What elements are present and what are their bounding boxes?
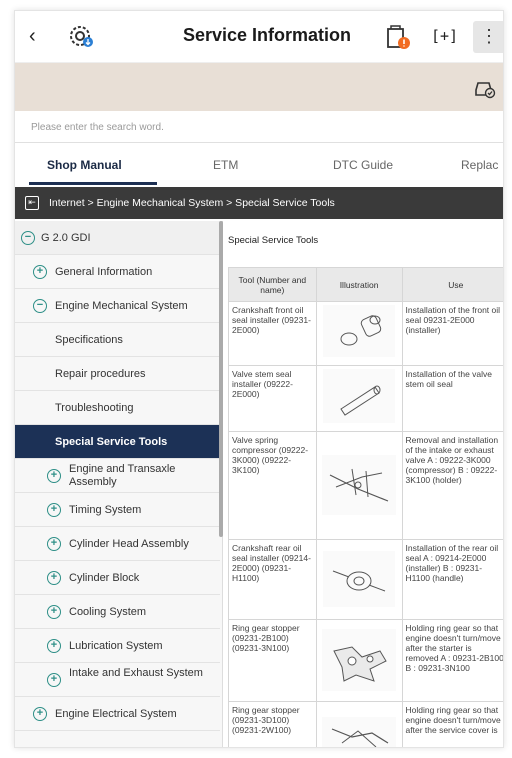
seal-installer-illustration	[323, 305, 396, 357]
valve-stem-installer-illustration	[323, 369, 396, 423]
tool-cell: Crankshaft front oil seal installer (092…	[228, 301, 317, 366]
expand-icon[interactable]: [+]	[431, 25, 458, 47]
tab-shop-manual[interactable]: Shop Manual	[47, 145, 122, 185]
sidebar-item-engine-electrical-system[interactable]: + Engine Electrical System	[15, 697, 220, 731]
sidebar-item-engine-mechanical-system[interactable]: − Engine Mechanical System	[15, 289, 220, 323]
use-cell: Removal and installation of the intake o…	[401, 431, 503, 540]
sidebar-item-repair-procedures[interactable]: Repair procedures	[15, 357, 220, 391]
bookmark-alert-icon[interactable]	[385, 24, 413, 52]
ring-gear-stopper-2-illustration	[322, 717, 397, 747]
plus-icon[interactable]: +	[47, 639, 61, 653]
sidebar-item-g20-gdi[interactable]: − G 2.0 GDI	[15, 221, 220, 255]
sidebar-scrollbar[interactable]	[219, 221, 223, 537]
illustration-cell	[315, 701, 403, 747]
sidebar-item-troubleshooting[interactable]: Troubleshooting	[15, 391, 220, 425]
illustration-cell	[315, 619, 403, 702]
plus-icon[interactable]: +	[33, 707, 47, 721]
table-row: Ring gear stopper (09231-3D100) (09231-2…	[228, 701, 503, 747]
plus-icon[interactable]: +	[47, 673, 61, 687]
use-cell: Holding ring gear so that engine doesn't…	[401, 619, 503, 702]
special-service-tools-table: Tool (Number and name) Illustration Use …	[228, 267, 503, 747]
table-row: Valve spring compressor (09222-3K000) (0…	[228, 431, 503, 540]
vehicle-check-icon[interactable]	[473, 77, 497, 99]
search-bar	[15, 111, 503, 143]
sidebar-item-cylinder-head-assembly[interactable]: + Cylinder Head Assembly	[15, 527, 220, 561]
illustration-cell	[315, 365, 403, 432]
sidebar-item-specifications[interactable]: Specifications	[15, 323, 220, 357]
sidebar-item-engine-and-transaxle-assembly[interactable]: + Engine and Transaxle Assembly	[15, 459, 220, 493]
plus-icon[interactable]: +	[47, 571, 61, 585]
content-title: Special Service Tools	[228, 235, 319, 246]
illustration-cell	[315, 431, 403, 540]
illustration-cell	[315, 539, 403, 620]
use-cell: Installation of the front oil seal 09231…	[401, 301, 503, 366]
back-arrow-icon[interactable]: ‹	[29, 25, 51, 47]
tool-cell: Ring gear stopper (09231-2B100) (09231-3…	[228, 619, 317, 702]
tab-etm[interactable]: ETM	[213, 145, 238, 185]
table-row: Ring gear stopper (09231-2B100) (09231-3…	[228, 619, 503, 702]
plus-icon[interactable]: +	[47, 605, 61, 619]
more-options-button[interactable]: ⋮	[473, 21, 503, 53]
tool-cell: Ring gear stopper (09231-3D100) (09231-2…	[228, 701, 317, 747]
breadcrumb: ⇤ Internet > Engine Mechanical System > …	[15, 187, 503, 219]
sidebar-item-special-service-tools[interactable]: Special Service Tools	[15, 425, 220, 459]
minus-icon[interactable]: −	[33, 299, 47, 313]
table-row: Crankshaft rear oil seal installer (0921…	[228, 539, 503, 620]
plus-icon[interactable]: +	[47, 503, 61, 517]
sidebar-tree: − G 2.0 GDI + General Information − Engi…	[15, 221, 223, 747]
top-app-bar: ‹ Service Information [+] ⋮	[15, 11, 503, 63]
sidebar-item-intake-and-exhaust-system[interactable]: + Intake and Exhaust System	[15, 663, 220, 697]
app-window: ‹ Service Information [+] ⋮ Shop Manual	[14, 10, 504, 748]
active-tab-indicator	[29, 182, 157, 185]
spring-compressor-illustration	[322, 455, 397, 515]
tool-cell: Crankshaft rear oil seal installer (0921…	[228, 539, 317, 620]
tool-cell: Valve spring compressor (09222-3K000) (0…	[228, 431, 317, 540]
plus-icon[interactable]: +	[47, 537, 61, 551]
settings-download-icon[interactable]	[67, 23, 95, 51]
table-row: Crankshaft front oil seal installer (092…	[228, 301, 503, 366]
page-title: Service Information	[183, 25, 352, 45]
use-cell: Holding ring gear so that engine doesn't…	[401, 701, 503, 747]
minus-icon[interactable]: −	[21, 231, 35, 245]
use-cell: Installation of the rear oil seal A : 09…	[401, 539, 503, 620]
table-row: Valve stem seal installer (09222-2E000) …	[228, 365, 503, 432]
column-header-illustration: Illustration	[315, 267, 403, 302]
column-header-use: Use	[401, 267, 503, 302]
vehicle-banner	[15, 63, 503, 111]
tab-bar: Shop Manual ETM DTC Guide Replac	[15, 145, 503, 185]
use-cell: Installation of the valve stem oil seal	[401, 365, 503, 432]
tab-replacement[interactable]: Replac	[461, 145, 498, 185]
sidebar-item-cooling-system[interactable]: + Cooling System	[15, 595, 220, 629]
sidebar-item-general-information[interactable]: + General Information	[15, 255, 220, 289]
tab-dtc-guide[interactable]: DTC Guide	[333, 145, 393, 185]
plus-icon[interactable]: +	[33, 265, 47, 279]
plus-icon[interactable]: +	[47, 469, 61, 483]
ring-gear-stopper-illustration	[322, 629, 397, 691]
search-input[interactable]	[15, 115, 495, 139]
column-header-tool: Tool (Number and name)	[228, 267, 317, 302]
sidebar-item-cylinder-block[interactable]: + Cylinder Block	[15, 561, 220, 595]
collapse-panel-icon[interactable]: ⇤	[25, 196, 39, 210]
sidebar-item-timing-system[interactable]: + Timing System	[15, 493, 220, 527]
sidebar-item-lubrication-system[interactable]: + Lubrication System	[15, 629, 220, 663]
content-panel: Special Service Tools Tool (Number and n…	[224, 221, 503, 747]
illustration-cell	[315, 301, 403, 366]
breadcrumb-path[interactable]: Internet > Engine Mechanical System > Sp…	[49, 187, 335, 219]
tool-cell: Valve stem seal installer (09222-2E000)	[228, 365, 317, 432]
rear-seal-installer-illustration	[323, 551, 396, 607]
